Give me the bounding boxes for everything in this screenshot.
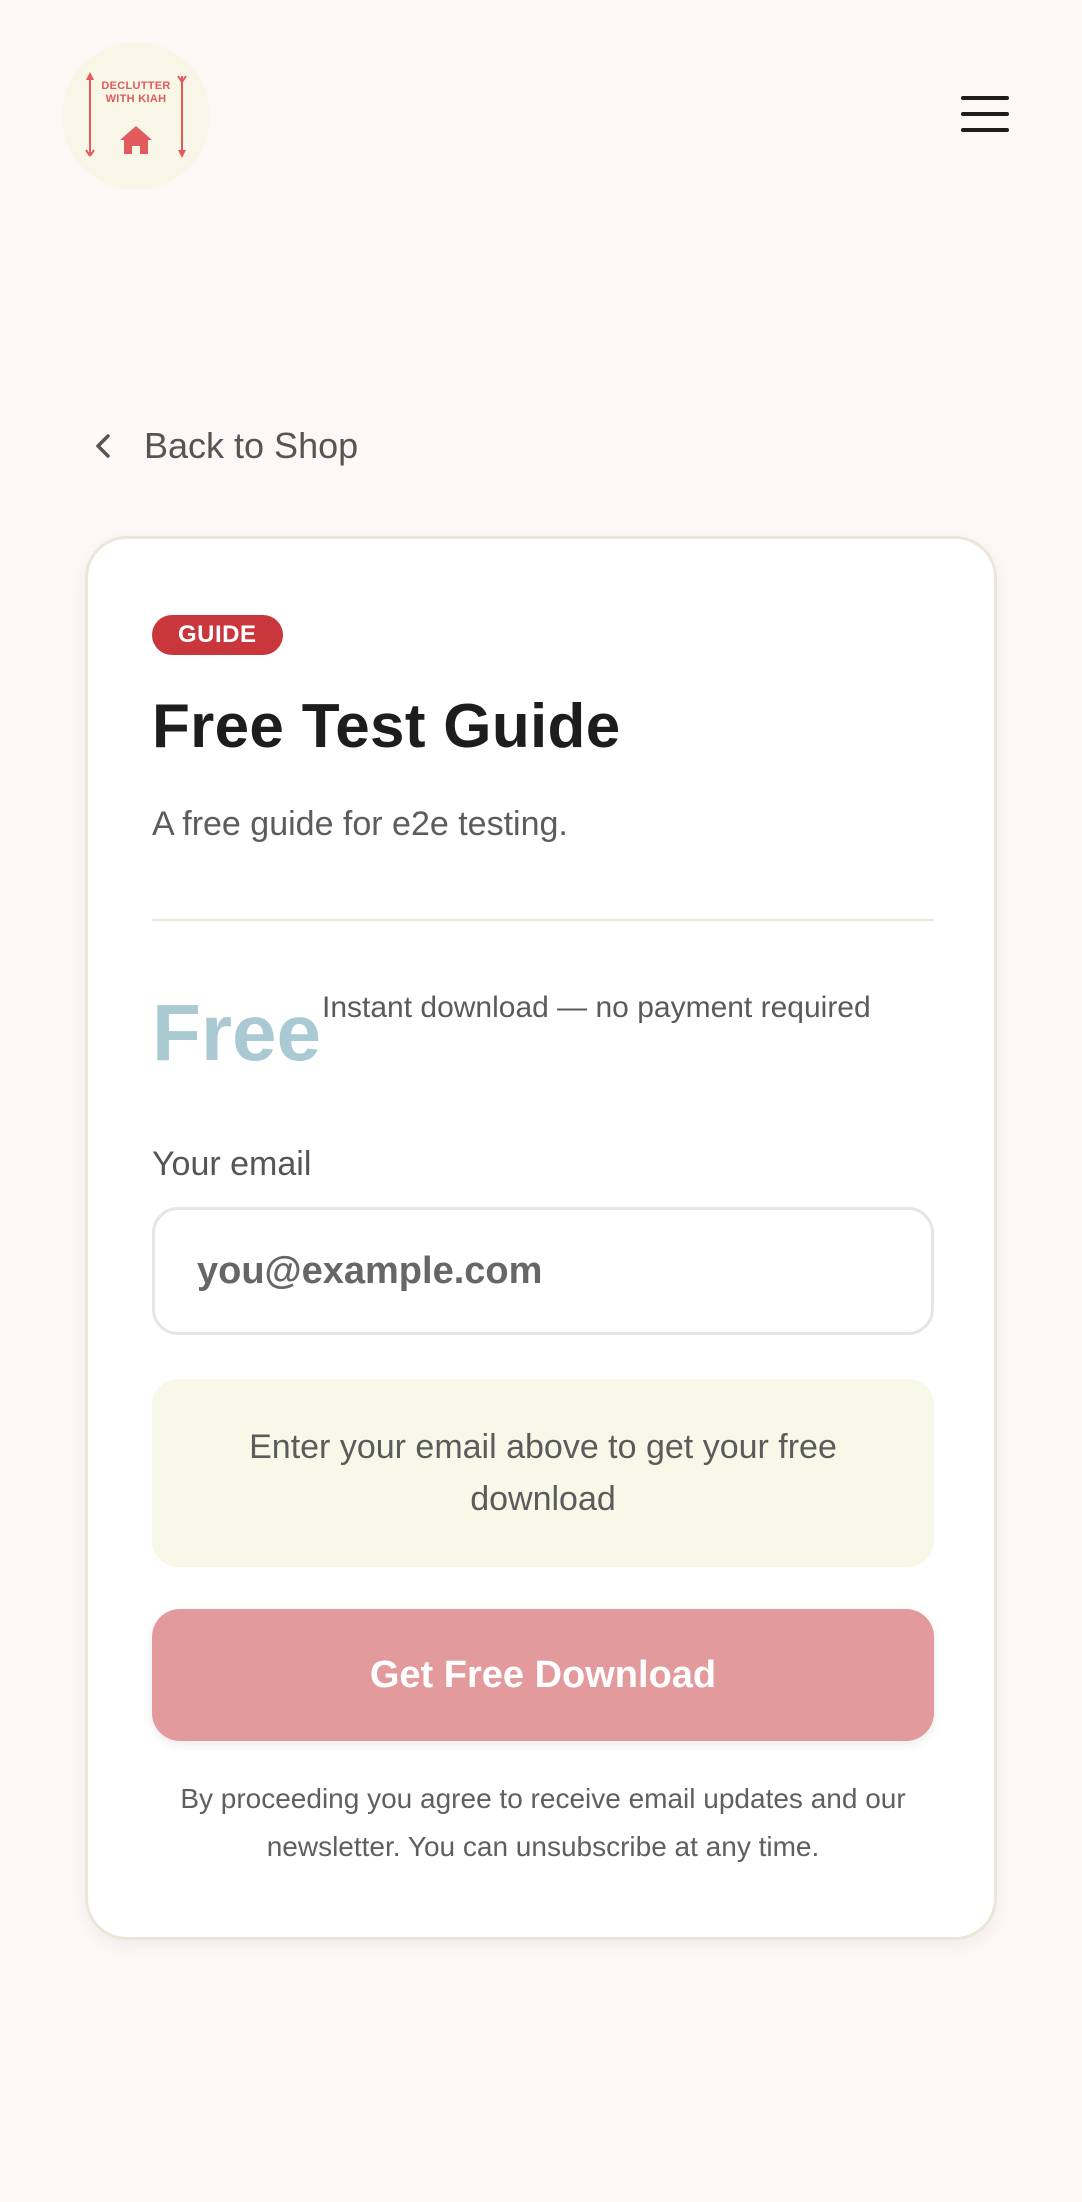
menu-button[interactable] xyxy=(955,90,1017,140)
get-free-download-button[interactable]: Get Free Download xyxy=(152,1609,934,1741)
newsletter-disclaimer: By proceeding you agree to receive email… xyxy=(180,1783,906,1862)
divider xyxy=(152,919,934,921)
site-header: DECLUTTER WITH KIAH xyxy=(0,0,1082,230)
email-label: Your email xyxy=(152,1145,312,1183)
back-link-label: Back to Shop xyxy=(144,425,359,466)
email-required-notice: Enter your email above to get your free … xyxy=(152,1379,934,1567)
notice-text: Enter your email above to get your free … xyxy=(249,1428,837,1518)
logo-graphic xyxy=(85,72,187,158)
product-card: GUIDE Free Test Guide A free guide for e… xyxy=(85,536,997,1940)
product-price: Free xyxy=(152,988,321,1077)
product-title: Free Test Guide xyxy=(152,692,621,761)
product-description: A free guide for e2e testing. xyxy=(152,805,568,843)
brand-logo[interactable]: DECLUTTER WITH KIAH xyxy=(62,42,210,190)
price-note: Instant download — no payment required xyxy=(322,991,871,1024)
hamburger-menu-icon xyxy=(961,96,1009,132)
chevron-left-icon xyxy=(96,434,110,458)
logo-text: DECLUTTER WITH KIAH xyxy=(101,80,171,105)
product-type-badge: GUIDE xyxy=(152,615,283,655)
back-to-shop-link[interactable]: Back to Shop xyxy=(86,418,358,474)
email-input[interactable] xyxy=(152,1207,934,1335)
